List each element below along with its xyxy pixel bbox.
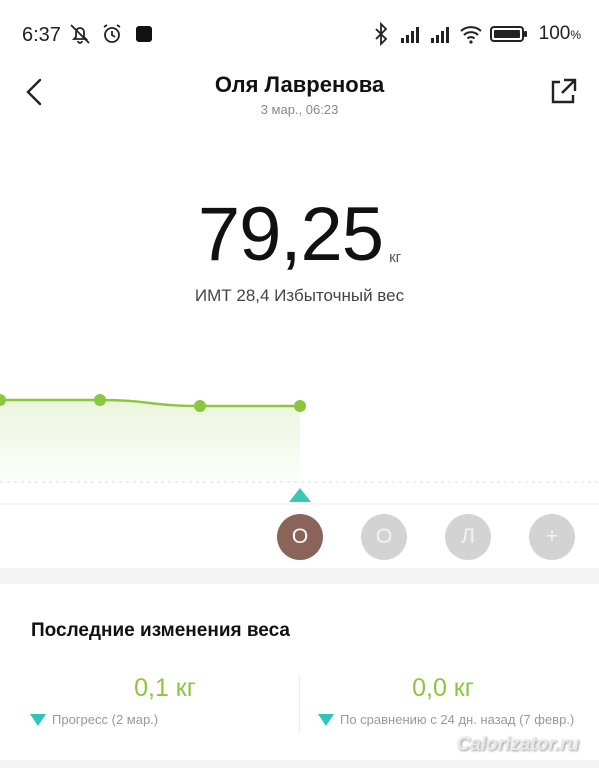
weight-unit: кг xyxy=(389,249,402,266)
progress-value: 0,1 кг xyxy=(134,674,196,702)
status-time: 6:37 xyxy=(22,24,61,46)
chart-point[interactable] xyxy=(94,394,106,406)
comparison-description: По сравнению с 24 дн. назад (7 февр.) xyxy=(340,712,575,727)
wifi-icon xyxy=(459,26,482,44)
add-user-button[interactable]: + xyxy=(529,514,575,560)
decrease-triangle-icon xyxy=(318,714,334,726)
signal-icon xyxy=(430,27,449,43)
decrease-triangle-icon xyxy=(30,714,46,726)
recent-changes-title: Последние изменения веса xyxy=(31,620,290,641)
stats-divider xyxy=(299,676,300,732)
progress-stat: 0,1 кг Прогресс (2 мар.) xyxy=(30,674,300,729)
user-button[interactable]: О xyxy=(277,514,323,560)
header: Оля Лавренова 3 мар., 06:23 xyxy=(0,64,599,128)
selected-point-marker xyxy=(289,488,311,502)
weight-display: 79,25 кг xyxy=(0,190,599,280)
external-link-icon[interactable] xyxy=(545,74,581,110)
chart-area xyxy=(0,400,300,482)
watermark: Calorizator.ru xyxy=(456,734,579,755)
weight-trend-chart[interactable] xyxy=(0,340,599,510)
bell-muted-icon xyxy=(70,24,90,44)
status-bar: 6:37 100% xyxy=(0,0,599,64)
page-title: Оля Лавренова xyxy=(214,72,385,97)
bmi-status: ИМТ 28,4 Избыточный вес xyxy=(194,286,405,305)
signal-icon xyxy=(400,27,419,43)
chart-point[interactable] xyxy=(294,400,306,412)
app-square-icon xyxy=(136,26,152,42)
chart-point[interactable] xyxy=(194,400,206,412)
comparison-stat: 0,0 кг По сравнению с 24 дн. назад (7 фе… xyxy=(318,674,588,729)
measurement-date: 3 мар., 06:23 xyxy=(260,102,339,117)
comparison-value: 0,0 кг xyxy=(412,674,474,702)
battery-percent: 100% xyxy=(538,23,581,44)
bluetooth-icon xyxy=(374,22,387,46)
battery-icon xyxy=(489,26,527,42)
user-button[interactable]: О xyxy=(361,514,407,560)
user-button[interactable]: Л xyxy=(445,514,491,560)
weight-value: 79,25 xyxy=(197,192,384,277)
bottom-band xyxy=(0,760,599,768)
user-switcher: О О Л + xyxy=(0,514,599,562)
alarm-icon xyxy=(103,24,121,43)
section-divider xyxy=(0,568,599,584)
progress-description: Прогресс (2 мар.) xyxy=(52,712,159,727)
